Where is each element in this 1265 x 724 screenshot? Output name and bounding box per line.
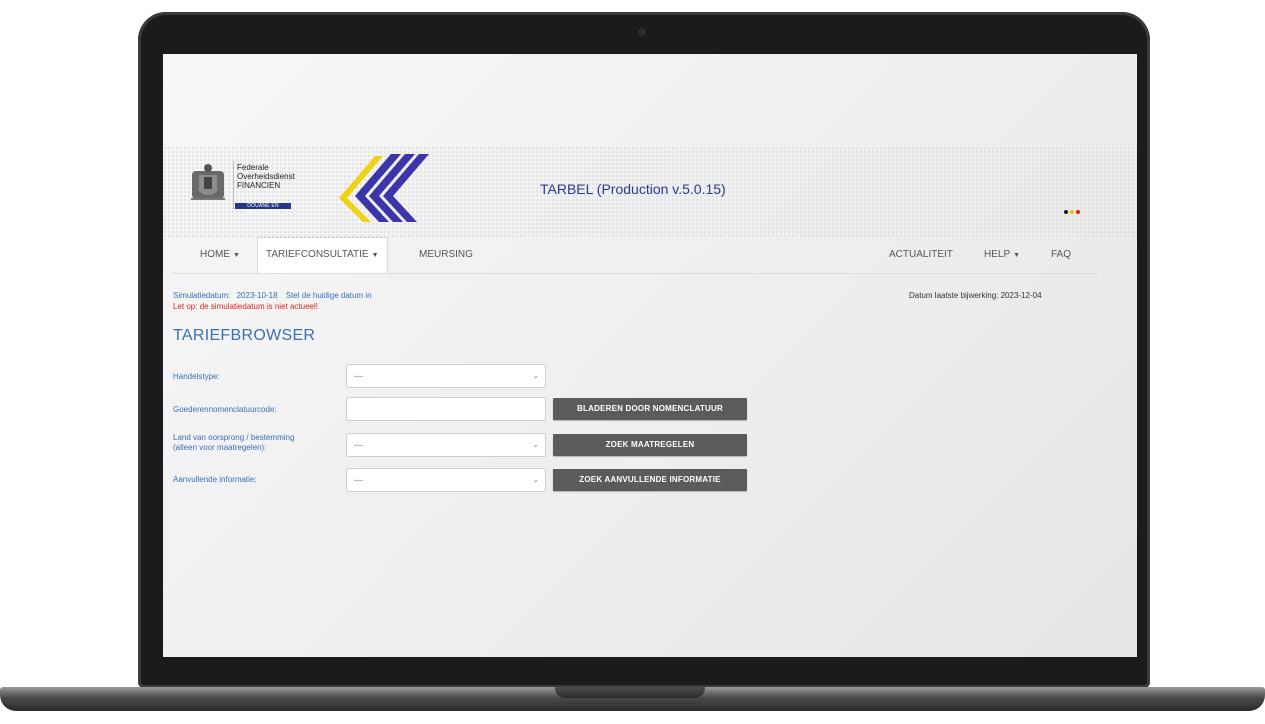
nav-faq[interactable]: FAQ bbox=[1051, 237, 1071, 273]
trade-type-select[interactable]: --- ⌄ bbox=[346, 364, 546, 388]
extra-info-value: --- bbox=[354, 475, 363, 485]
lang-dot-yellow[interactable] bbox=[1070, 210, 1074, 214]
nav-news-label: ACTUALITEIT bbox=[889, 249, 953, 260]
nav-meursing-label: MEURSING bbox=[419, 249, 473, 260]
nav-tariff-label: TARIEFCONSULTATIE bbox=[266, 249, 369, 260]
nav-tariff[interactable]: TARIEFCONSULTATIE ▼ bbox=[257, 237, 388, 273]
chevron-down-icon: ⌄ bbox=[532, 475, 539, 484]
extra-info-select[interactable]: --- ⌄ bbox=[346, 468, 546, 492]
nav-news[interactable]: ACTUALITEIT bbox=[889, 237, 953, 273]
country-select[interactable]: --- ⌄ bbox=[346, 433, 546, 457]
sim-date-warning: Let op: de simulatiedatum is niet actuee… bbox=[173, 302, 318, 311]
app-title: TARBEL (Production v.5.0.15) bbox=[540, 181, 726, 197]
nav-faq-label: FAQ bbox=[1051, 249, 1072, 260]
laptop-screen: Federale Overheidsdienst FINANCIEN DOUAN… bbox=[163, 54, 1137, 657]
search-extra-info-button[interactable]: ZOEK AANVULLENDE INFORMATIE bbox=[553, 469, 747, 491]
nav-home[interactable]: HOME ▼ bbox=[200, 237, 240, 273]
caret-down-icon: ▼ bbox=[371, 252, 379, 259]
page-title: TARIEFBROWSER bbox=[173, 327, 316, 344]
nav-divider bbox=[173, 273, 1097, 274]
laptop-notch bbox=[555, 687, 705, 698]
nav-help[interactable]: HELP ▼ bbox=[984, 237, 1020, 273]
browse-nomenclature-button[interactable]: BLADEREN DOOR NOMENCLATUUR bbox=[553, 398, 747, 420]
country-value: --- bbox=[354, 440, 363, 450]
trade-type-label: Handelstype: bbox=[173, 372, 220, 381]
sim-date-value: 2023-10-18 bbox=[236, 291, 278, 300]
org-line-2: Overheidsdienst bbox=[237, 172, 295, 181]
country-label-line-2: (alleen voor maatregelen): bbox=[173, 443, 267, 452]
nav-home-label: HOME bbox=[200, 249, 230, 260]
code-input[interactable] bbox=[346, 397, 546, 421]
lang-dot-black[interactable] bbox=[1064, 210, 1068, 214]
logo-divider bbox=[233, 161, 234, 209]
last-update: Datum laatste bijwerking: 2023-12-04 bbox=[909, 291, 1042, 300]
trade-type-value: --- bbox=[354, 371, 363, 381]
org-line-1: Federale bbox=[237, 163, 269, 172]
set-today-link[interactable]: Stel de huidige datum in bbox=[286, 291, 372, 300]
country-label-line-1: Land van oorsprong / bestemming bbox=[173, 433, 295, 442]
sim-date-label: Simulatiedatum: bbox=[173, 291, 231, 300]
customs-chevron-logo-icon bbox=[339, 154, 429, 222]
language-dots[interactable] bbox=[1064, 210, 1080, 214]
belgian-crest-icon bbox=[191, 164, 225, 200]
org-tag: DOUANE EN ACCIJNZEN bbox=[235, 203, 291, 215]
caret-down-icon: ▼ bbox=[233, 252, 240, 259]
caret-down-icon: ▼ bbox=[1013, 252, 1021, 259]
nav-meursing[interactable]: MEURSING bbox=[419, 237, 473, 273]
org-name: Federale Overheidsdienst FINANCIEN bbox=[237, 163, 295, 190]
nav-help-label: HELP bbox=[984, 249, 1011, 260]
lang-dot-red[interactable] bbox=[1076, 210, 1080, 214]
main-nav: HOME ▼ TARIEFCONSULTATIE ▼ MEURSING ACTUAL… bbox=[163, 237, 1137, 273]
country-label: Land van oorsprong / bestemming (alleen … bbox=[173, 433, 294, 453]
org-line-3: FINANCIEN bbox=[237, 181, 281, 190]
extra-info-label: Aanvullende informatie: bbox=[173, 475, 257, 484]
camera-icon bbox=[638, 28, 646, 36]
search-measures-button[interactable]: ZOEK MAATREGELEN bbox=[553, 434, 747, 456]
chevron-down-icon: ⌄ bbox=[532, 371, 539, 380]
chevron-down-icon: ⌄ bbox=[532, 440, 539, 449]
simulation-date: Simulatiedatum: 2023-10-18 Stel de huidi… bbox=[173, 291, 372, 300]
code-label: Goederennomenclatuurcode: bbox=[173, 405, 277, 414]
